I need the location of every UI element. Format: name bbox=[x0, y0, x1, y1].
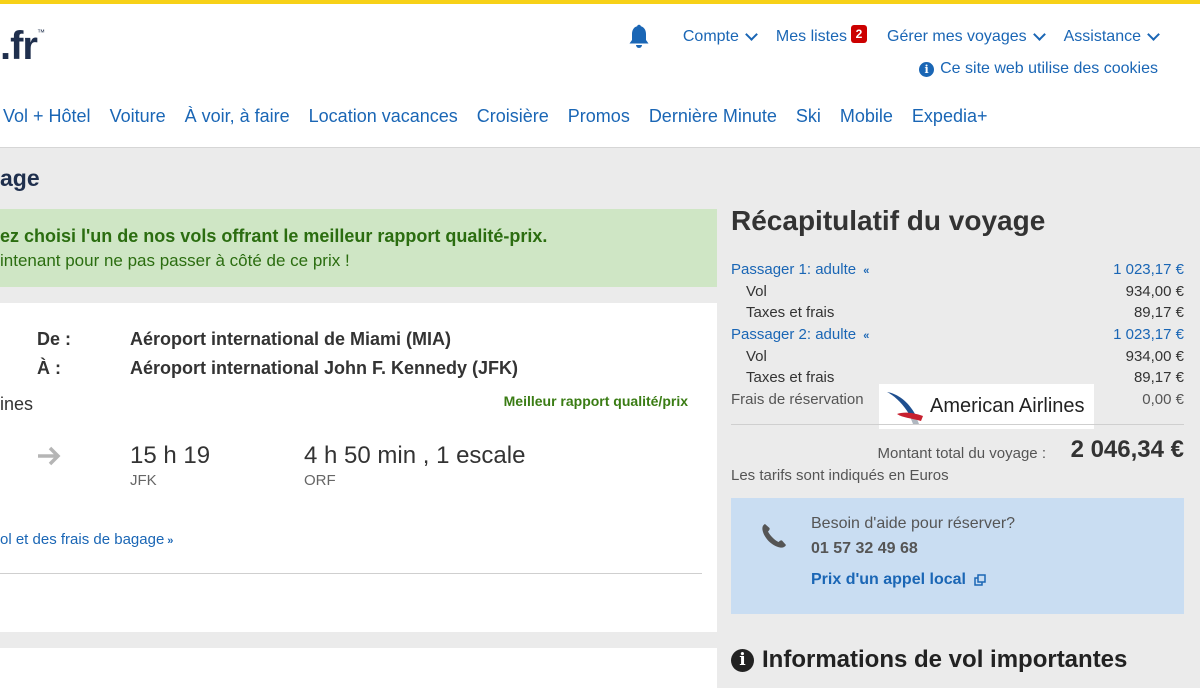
passenger-1-row[interactable]: Passager 1: adulte « 1 023,17 € bbox=[731, 261, 1184, 282]
utility-nav: Compte Mes listes 2 Gérer mes voyages Ass… bbox=[663, 25, 1160, 46]
from-airport: Aéroport international de Miami (MIA) bbox=[130, 329, 452, 349]
nav-ski[interactable]: Ski bbox=[796, 106, 821, 127]
currency-note: Les tarifs sont indiqués en Euros bbox=[731, 467, 949, 484]
arrival-airport-code: JFK bbox=[130, 472, 157, 489]
double-chevron-up-icon: « bbox=[863, 330, 870, 342]
arrival-time: 15 h 19 bbox=[130, 442, 211, 469]
info-icon: i bbox=[919, 61, 935, 77]
help-phone-number[interactable]: 01 57 32 49 68 bbox=[811, 540, 918, 558]
nav-car[interactable]: Voiture bbox=[110, 106, 166, 127]
nav-last-minute[interactable]: Dernière Minute bbox=[649, 106, 777, 127]
american-airlines-logo bbox=[887, 392, 923, 424]
page-title: age bbox=[0, 165, 40, 191]
nav-activities[interactable]: À voir, à faire bbox=[185, 106, 290, 127]
nav-deals[interactable]: Promos bbox=[568, 106, 630, 127]
main-nav: Vol + Hôtel Voiture À voir, à faire Loca… bbox=[3, 106, 1006, 127]
help-question: Besoin d'aide pour réserver? bbox=[811, 515, 1016, 532]
next-card bbox=[0, 648, 717, 688]
best-value-banner: ez choisi l'un de nos vols offrant le me… bbox=[0, 209, 717, 287]
chevron-down-icon bbox=[1032, 28, 1046, 41]
double-chevron-up-icon: « bbox=[863, 265, 870, 277]
bell-icon[interactable] bbox=[627, 24, 651, 50]
booking-help-box: Besoin d'aide pour réserver? 01 57 32 49… bbox=[731, 498, 1184, 614]
help-menu[interactable]: Assistance bbox=[1064, 28, 1160, 46]
passenger-2-flight-row: Vol 934,00 € bbox=[746, 348, 1184, 365]
airline-logo-text: American Airlines bbox=[930, 395, 1085, 417]
passenger-1-flight-row: Vol 934,00 € bbox=[746, 283, 1184, 300]
best-value-tag: Meilleur rapport qualité/prix bbox=[503, 393, 688, 409]
flight-duration: 4 h 50 min , 1 escale bbox=[304, 442, 526, 469]
banner-headline: ez choisi l'un de nos vols offrant le me… bbox=[0, 226, 548, 246]
local-call-price-link[interactable]: Prix d'un appel local bbox=[811, 571, 986, 589]
nav-vacation-rentals[interactable]: Location vacances bbox=[309, 106, 458, 127]
passenger-1-taxes-row: Taxes et frais 89,17 € bbox=[746, 304, 1184, 321]
airline-logo: American Airlines bbox=[879, 384, 1094, 429]
to-label: À : bbox=[37, 358, 61, 378]
account-menu[interactable]: Compte bbox=[683, 28, 758, 46]
flight-details-card: De : Aéroport international de Miami (MI… bbox=[0, 303, 717, 632]
nav-expedia-plus[interactable]: Expedia+ bbox=[912, 106, 988, 127]
baggage-fees-link[interactable]: ol et des frais de bagage» bbox=[0, 531, 173, 548]
my-lists-link[interactable]: Mes listes 2 bbox=[776, 25, 868, 46]
trip-summary: Récapitulatif du voyage Passager 1: adul… bbox=[731, 205, 1184, 408]
important-info-heading: i Informations de vol importantes bbox=[731, 646, 1127, 674]
double-chevron-down-icon: » bbox=[167, 535, 174, 547]
summary-divider bbox=[731, 424, 1184, 425]
airline-name: ines bbox=[0, 394, 34, 414]
external-link-icon bbox=[974, 574, 986, 586]
nav-cruise[interactable]: Croisière bbox=[477, 106, 549, 127]
nav-mobile[interactable]: Mobile bbox=[840, 106, 893, 127]
from-label: De : bbox=[37, 329, 72, 349]
chevron-down-icon bbox=[745, 28, 758, 41]
site-header: .fr™ Compte Mes listes 2 Gérer mes voyage… bbox=[0, 4, 1200, 148]
lists-count-badge: 2 bbox=[851, 25, 868, 43]
chevron-down-icon bbox=[1147, 28, 1160, 41]
stopover-airport-code: ORF bbox=[304, 472, 336, 489]
manage-trips-menu[interactable]: Gérer mes voyages bbox=[887, 28, 1046, 46]
to-airport: Aéroport international John F. Kennedy (… bbox=[130, 358, 519, 378]
total-label: Montant total du voyage : bbox=[877, 445, 1046, 462]
banner-subtext: intenant pour ne pas passer à côté de ce… bbox=[0, 251, 350, 270]
phone-icon bbox=[762, 524, 786, 548]
arrow-right-icon bbox=[38, 446, 61, 466]
total-amount: 2 046,34 € bbox=[1070, 436, 1184, 463]
trip-summary-title: Récapitulatif du voyage bbox=[731, 205, 1046, 236]
info-icon: i bbox=[731, 648, 754, 672]
passenger-2-row[interactable]: Passager 2: adulte « 1 023,17 € bbox=[731, 326, 1184, 347]
nav-flight-hotel[interactable]: Vol + Hôtel bbox=[3, 106, 91, 127]
site-logo[interactable]: .fr™ bbox=[0, 24, 45, 69]
cookie-notice-link[interactable]: i Ce site web utilise des cookies bbox=[919, 60, 1158, 78]
divider bbox=[0, 573, 702, 574]
